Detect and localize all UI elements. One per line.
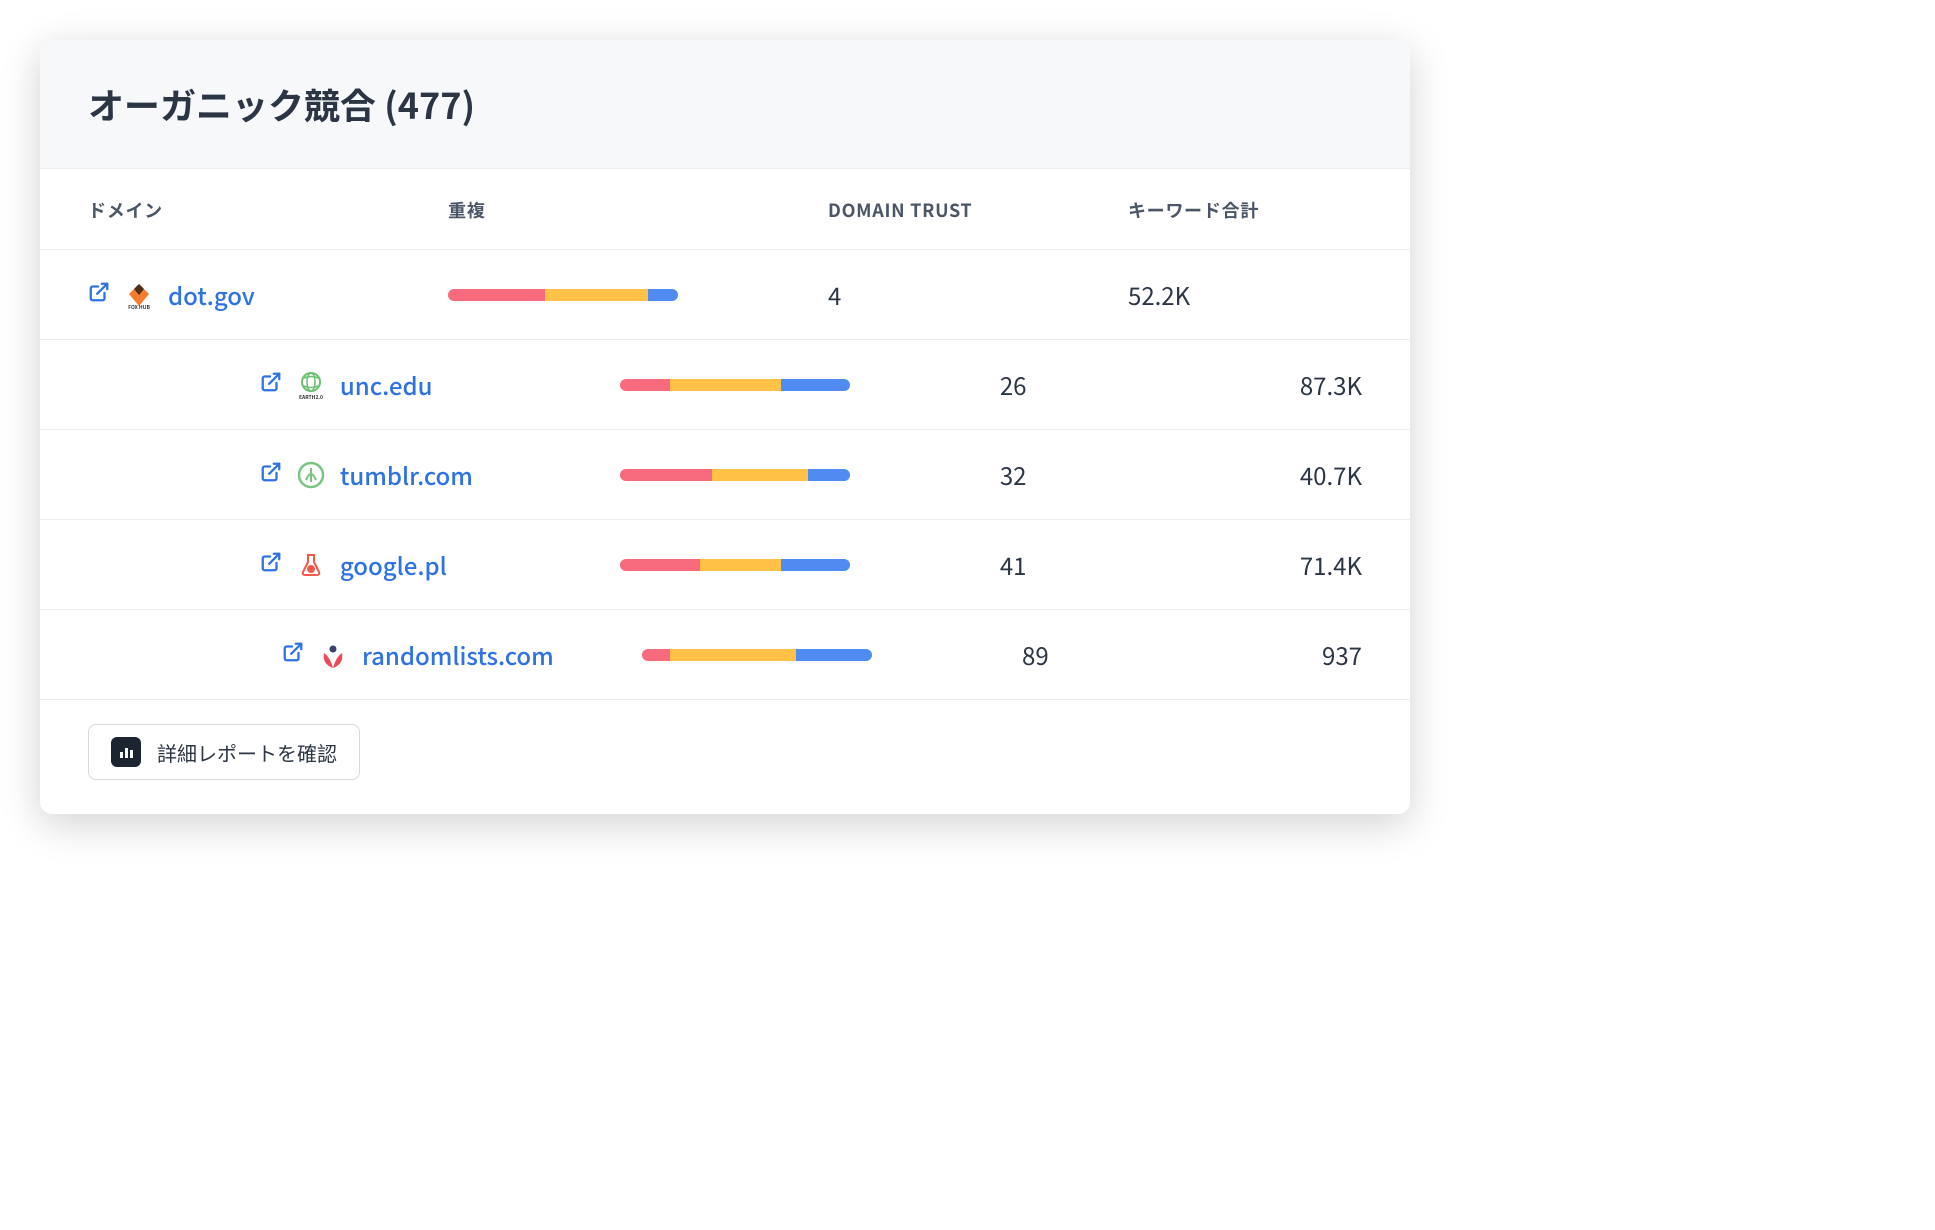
overlap-segment-red (642, 649, 670, 661)
cell-domain: google.pl (260, 547, 620, 582)
svg-text:EARTH2.0: EARTH2.0 (299, 394, 323, 400)
site-favicon: EARTH2.0 (296, 370, 326, 400)
trust-value: 41 (1000, 547, 1027, 582)
cell-keywords: 71.4K (1300, 547, 1362, 582)
overlap-bar (620, 379, 850, 391)
external-link-icon[interactable] (282, 641, 304, 668)
view-detailed-report-button[interactable]: 詳細レポートを確認 (88, 724, 360, 780)
table-body: FOX HUB dot.gov 4 52.2K EARTH2.0 unc.edu 26 87.… (40, 250, 1410, 700)
trust-value: 26 (1000, 367, 1027, 402)
card-footer: 詳細レポートを確認 (40, 700, 1410, 814)
overlap-segment-yellow (712, 469, 809, 481)
cell-trust: 32 (1000, 457, 1300, 492)
cell-keywords: 52.2K (1128, 277, 1362, 312)
external-link-icon[interactable] (260, 371, 282, 398)
external-link-icon[interactable] (260, 461, 282, 488)
overlap-segment-red (620, 379, 671, 391)
keywords-value: 52.2K (1128, 277, 1190, 312)
trust-value: 32 (1000, 457, 1027, 492)
cell-domain: tumblr.com (260, 457, 620, 492)
keywords-value: 87.3K (1300, 367, 1362, 402)
overlap-segment-red (620, 559, 701, 571)
table-columns-header: ドメイン 重複 DOMAIN TRUST キーワード合計 (40, 169, 1410, 250)
col-header-keywords[interactable]: キーワード合計 (1128, 197, 1259, 223)
bar-chart-icon (111, 737, 141, 767)
overlap-segment-blue (648, 289, 678, 301)
organic-competitors-card: オーガニック競合 (477) ドメイン 重複 DOMAIN TRUST キーワー… (40, 40, 1410, 814)
overlap-bar (448, 289, 678, 301)
cell-overlap (448, 289, 828, 301)
external-link-icon[interactable] (88, 281, 110, 308)
overlap-segment-red (448, 289, 545, 301)
table-row: EARTH2.0 unc.edu 26 87.3K (40, 340, 1410, 430)
overlap-segment-yellow (670, 649, 797, 661)
cell-trust: 41 (1000, 547, 1300, 582)
card-title: オーガニック競合 (477) (88, 78, 1362, 130)
overlap-segment-yellow (545, 289, 649, 301)
trust-value: 4 (828, 277, 841, 312)
domain-link[interactable]: randomlists.com (362, 637, 554, 672)
cell-keywords: 87.3K (1300, 367, 1362, 402)
table-row: FOX HUB dot.gov 4 52.2K (40, 250, 1410, 340)
domain-link[interactable]: unc.edu (340, 367, 433, 402)
cell-overlap (620, 559, 1000, 571)
cell-domain: randomlists.com (282, 637, 642, 672)
table-row: google.pl 41 71.4K (40, 520, 1410, 610)
site-favicon (318, 640, 348, 670)
col-header-trust[interactable]: DOMAIN TRUST (828, 197, 972, 223)
site-favicon (296, 460, 326, 490)
site-favicon: FOX HUB (124, 280, 154, 310)
keywords-value: 71.4K (1300, 547, 1362, 582)
cell-trust: 4 (828, 277, 1128, 312)
cell-trust: 89 (1022, 637, 1322, 672)
domain-link[interactable]: google.pl (340, 547, 447, 582)
card-header: オーガニック競合 (477) (40, 40, 1410, 169)
keywords-value: 40.7K (1300, 457, 1362, 492)
overlap-segment-blue (781, 379, 850, 391)
overlap-segment-yellow (670, 379, 780, 391)
overlap-bar (642, 649, 872, 661)
overlap-segment-red (620, 469, 712, 481)
cell-overlap (620, 379, 1000, 391)
trust-value: 89 (1022, 637, 1049, 672)
domain-link[interactable]: tumblr.com (340, 457, 473, 492)
domain-link[interactable]: dot.gov (168, 277, 255, 312)
cell-overlap (620, 469, 1000, 481)
cell-keywords: 40.7K (1300, 457, 1362, 492)
overlap-segment-blue (781, 559, 850, 571)
overlap-segment-yellow (700, 559, 781, 571)
col-header-domain[interactable]: ドメイン (88, 197, 163, 223)
external-link-icon[interactable] (260, 551, 282, 578)
overlap-segment-blue (796, 649, 872, 661)
cell-domain: EARTH2.0 unc.edu (260, 367, 620, 402)
overlap-bar (620, 469, 850, 481)
overlap-bar (620, 559, 850, 571)
cell-trust: 26 (1000, 367, 1300, 402)
cell-domain: FOX HUB dot.gov (88, 277, 448, 312)
site-favicon (296, 550, 326, 580)
table-row: randomlists.com 89 937 (40, 610, 1410, 700)
cell-keywords: 937 (1322, 637, 1362, 672)
keywords-value: 937 (1322, 637, 1362, 672)
table-row: tumblr.com 32 40.7K (40, 430, 1410, 520)
col-header-overlap[interactable]: 重複 (448, 197, 485, 223)
overlap-segment-blue (808, 469, 849, 481)
svg-text:FOX HUB: FOX HUB (128, 304, 150, 310)
cell-overlap (642, 649, 1022, 661)
report-button-label: 詳細レポートを確認 (157, 738, 337, 767)
